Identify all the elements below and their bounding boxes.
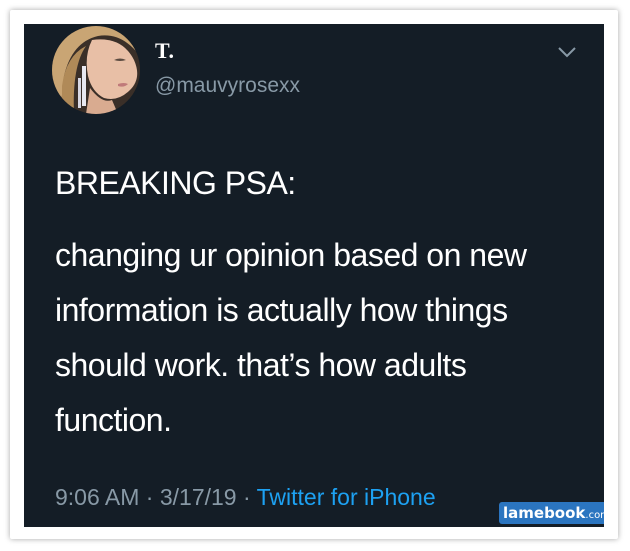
tweet-time: 9:06 AM [55,484,140,510]
watermark-main: lamebook [503,504,586,522]
lamebook-watermark: lamebook.com [499,502,604,524]
watermark-tld: .com [585,510,604,521]
tweet-source-link[interactable]: Twitter for iPhone [257,484,436,510]
tweet-body: changing ur opinion based on new informa… [55,237,527,438]
avatar-image [52,26,140,114]
avatar[interactable] [52,26,140,114]
tweet-date[interactable]: 3/17/19 [160,484,237,510]
display-name[interactable]: T. [155,38,175,64]
chevron-down-icon[interactable] [556,44,578,60]
meta-separator: · [145,484,154,510]
tweet-headline: BREAKING PSA: [55,165,296,201]
tweet-card: T. @mauvyrosexx BREAKING PSA: changing u… [24,24,604,527]
meta-separator: · [242,484,251,510]
tweet-metadata: 9:06 AM · 3/17/19 · Twitter for iPhone [55,484,436,511]
user-handle[interactable]: @mauvyrosexx [155,74,300,98]
